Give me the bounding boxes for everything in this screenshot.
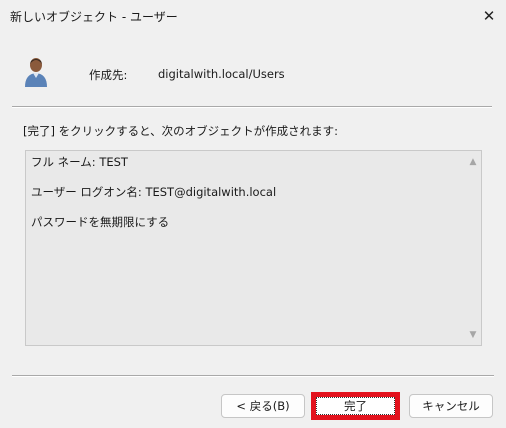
- summary-line-password: パスワードを無期限にする: [31, 215, 170, 229]
- summary-line-full-name: フル ネーム: TEST: [31, 155, 128, 169]
- separator: [12, 106, 492, 108]
- finish-button-label: 完了: [316, 397, 395, 415]
- create-in-label: 作成先:: [89, 68, 128, 82]
- finish-button[interactable]: 完了: [311, 392, 400, 420]
- separator: [12, 375, 494, 377]
- window-title: 新しいオブジェクト - ユーザー: [10, 10, 178, 24]
- user-icon: [25, 58, 47, 87]
- intro-text: [完了] をクリックすると、次のオブジェクトが作成されます:: [23, 124, 339, 138]
- title-bar: 新しいオブジェクト - ユーザー ✕: [0, 0, 506, 32]
- create-in-path: digitalwith.local/Users: [158, 67, 285, 81]
- scroll-up-icon[interactable]: ▲: [465, 154, 481, 170]
- cancel-button[interactable]: キャンセル: [409, 394, 493, 418]
- summary-line-logon-name: ユーザー ログオン名: TEST@digitalwith.local: [31, 185, 277, 199]
- summary-text: フル ネーム: TEST ユーザー ログオン名: TEST@digitalwit…: [31, 155, 461, 245]
- back-button[interactable]: < 戻る(B): [221, 394, 305, 418]
- summary-box[interactable]: フル ネーム: TEST ユーザー ログオン名: TEST@digitalwit…: [25, 150, 482, 346]
- close-icon[interactable]: ✕: [472, 0, 506, 32]
- scroll-down-icon[interactable]: ▼: [465, 327, 481, 343]
- vertical-scrollbar[interactable]: ▲ ▼: [465, 151, 481, 345]
